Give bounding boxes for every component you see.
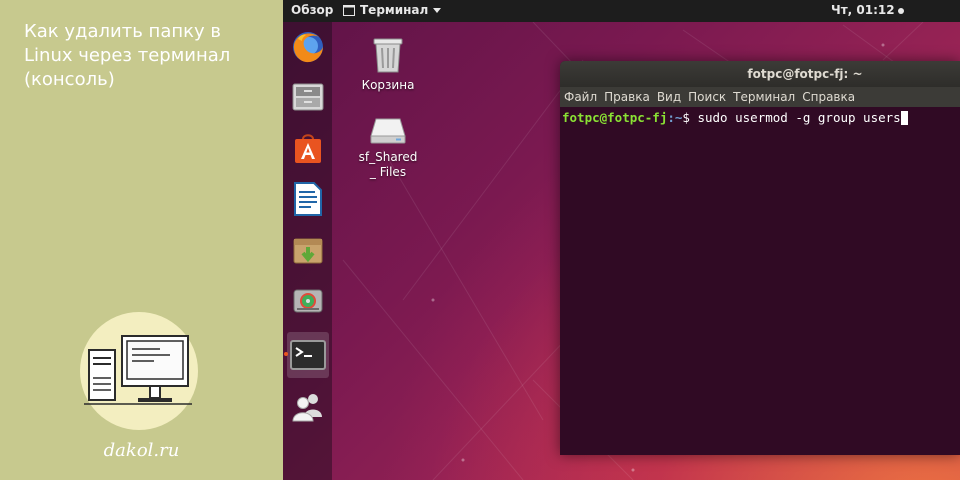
terminal-menubar: Файл Правка Вид Поиск Терминал Справка <box>560 87 960 107</box>
app-menu-label: Терминал <box>360 3 429 17</box>
menu-search[interactable]: Поиск <box>688 90 726 104</box>
top-bar: Обзор Терминал Чт, 01:12 <box>283 0 960 22</box>
drive-icon <box>370 118 406 144</box>
prompt-symbol: $ <box>682 110 698 125</box>
disks-icon <box>293 289 323 313</box>
status-dot-icon <box>897 7 904 14</box>
menu-file[interactable]: Файл <box>564 90 597 104</box>
dock-users[interactable] <box>287 386 329 428</box>
dock-writer[interactable] <box>287 178 329 220</box>
desktop: Обзор Терминал Чт, 01:12 Корзина sf_Shar… <box>283 0 960 480</box>
prompt-path: :~ <box>667 110 683 125</box>
terminal-small-icon <box>343 4 355 16</box>
computer-logo-icon <box>80 312 198 430</box>
menu-view[interactable]: Вид <box>657 90 681 104</box>
prompt-user: fotpc@fotpc-fj <box>562 110 668 125</box>
chevron-down-icon <box>433 7 442 13</box>
app-menu[interactable]: Терминал <box>343 3 442 17</box>
menu-help[interactable]: Справка <box>802 90 855 104</box>
trash-icon <box>373 38 403 73</box>
dock-disks[interactable] <box>287 280 329 322</box>
desktop-icon-label: Корзина <box>361 78 415 92</box>
terminal-icon <box>290 340 326 370</box>
clock-text: Чт, 01:12 <box>831 3 895 17</box>
site-name: dakol.ru <box>103 440 180 461</box>
terminal-window[interactable]: fotpc@fotpc-fj: ~ Файл Правка Вид Поиск Терм… <box>560 61 960 455</box>
running-indicator <box>284 352 288 356</box>
dock-terminal[interactable] <box>284 332 329 378</box>
menu-edit[interactable]: Правка <box>604 90 650 104</box>
writer-icon <box>294 182 322 216</box>
terminal-titlebar[interactable]: fotpc@fotpc-fj: ~ <box>560 61 960 87</box>
article-panel: Как удалить папку в Linux через терминал… <box>0 0 283 480</box>
file-manager-icon <box>292 83 324 111</box>
dock-firefox[interactable] <box>287 26 329 68</box>
clock[interactable]: Чт, 01:12 <box>831 3 904 17</box>
dock-archive[interactable] <box>287 229 329 271</box>
desktop-icon-trash[interactable]: Корзина <box>348 36 428 93</box>
article-title: Как удалить папку в Linux через терминал… <box>24 21 231 90</box>
dock <box>283 22 332 480</box>
terminal-title: fotpc@fotpc-fj: ~ <box>747 67 863 81</box>
dock-software[interactable] <box>287 127 329 169</box>
desktop-icon-shared-files[interactable]: sf_Shared_ Files <box>348 116 428 180</box>
desktop-icon-label: sf_Shared_ Files <box>358 150 418 179</box>
terminal-body[interactable]: fotpc@fotpc-fj:~$ sudo usermod -g group … <box>560 107 960 128</box>
software-center-icon <box>295 134 321 163</box>
menu-terminal[interactable]: Терминал <box>733 90 795 104</box>
activities-button[interactable]: Обзор <box>291 3 333 17</box>
command-text: sudo usermod -g group users <box>697 110 901 125</box>
firefox-icon <box>293 32 323 63</box>
text-cursor <box>900 111 908 125</box>
users-icon <box>292 394 322 422</box>
dock-files[interactable] <box>287 76 329 118</box>
archive-manager-icon <box>293 238 323 264</box>
